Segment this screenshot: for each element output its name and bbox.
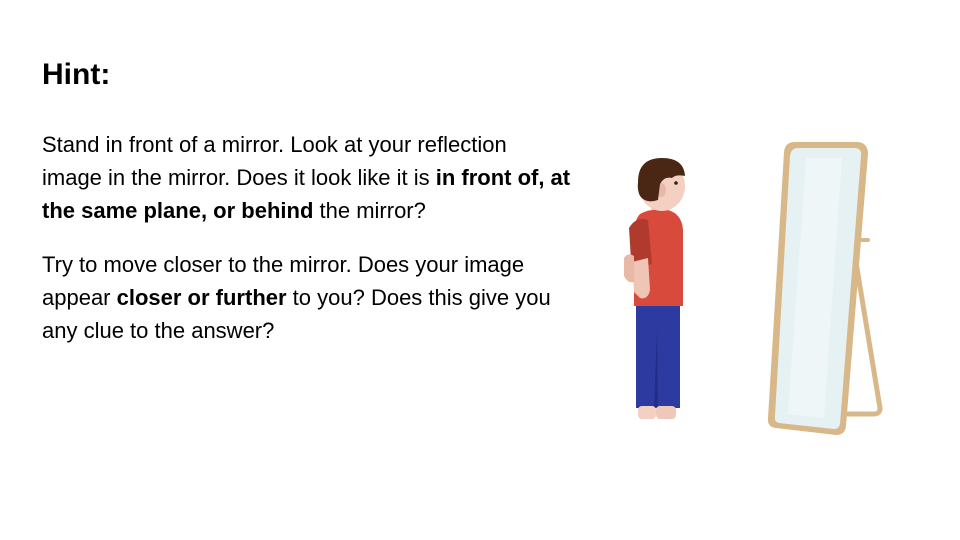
hint-paragraph-2: Try to move closer to the mirror. Does y… [42,248,572,347]
slide: Hint: Stand in front of a mirror. Look a… [0,0,960,540]
hint-paragraph-1-text-b: the mirror? [313,198,426,223]
person-and-mirror-illustration [624,142,883,435]
hint-paragraph-2-emphasis: closer or further [116,285,287,310]
floor-mirror-icon [767,142,883,435]
slide-title: Hint: [42,58,111,91]
hint-paragraph-1: Stand in front of a mirror. Look at your… [42,128,572,227]
standing-person-icon [624,158,685,419]
hint-text: Stand in front of a mirror. Look at your… [42,128,572,368]
